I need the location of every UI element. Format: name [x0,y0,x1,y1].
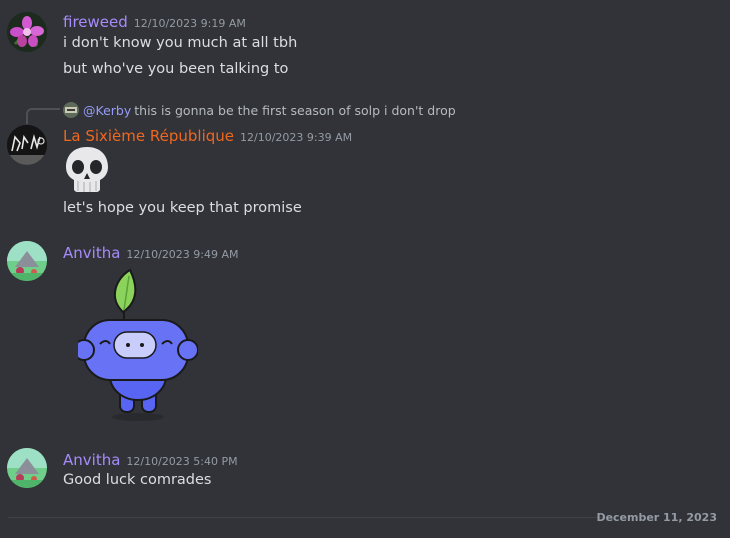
username[interactable]: fireweed [63,13,128,31]
avatar-la-sixieme-republique[interactable] [7,125,47,165]
reply-spine [26,108,60,124]
date-divider-line [8,517,610,518]
anvitha-avatar-icon [7,241,47,281]
reply-preview[interactable]: @Kerby this is gonna be the first season … [63,102,456,118]
wumpus-leaf-sticker[interactable] [73,268,199,427]
username[interactable]: Anvitha [63,451,120,469]
username[interactable]: Anvitha [63,244,120,262]
message-text: let's hope you keep that promise [63,200,302,216]
message-text: but who've you been talking to [63,61,289,77]
username[interactable]: La Sixième République [63,127,234,145]
anvitha-avatar-icon [7,448,47,488]
avatar-kerby [63,102,79,118]
message-header: fireweed 12/10/2023 9:19 AM [63,12,246,31]
avatar-fireweed[interactable] [7,12,47,52]
message-header: Anvitha 12/10/2023 9:49 AM [63,243,239,262]
fireweed-flower-icon [7,12,47,52]
skull-icon [66,147,108,192]
kerby-avatar-icon [63,102,79,118]
timestamp[interactable]: 12/10/2023 5:40 PM [126,455,237,468]
timestamp[interactable]: 12/10/2023 9:39 AM [240,131,352,144]
message-header: La Sixième République 12/10/2023 9:39 AM [63,126,352,145]
timestamp[interactable]: 12/10/2023 9:19 AM [134,17,246,30]
reply-text: this is gonna be the first season of sol… [134,103,456,118]
avatar-anvitha[interactable] [7,448,47,488]
timestamp[interactable]: 12/10/2023 9:49 AM [126,248,238,261]
reply-mention[interactable]: @Kerby [83,103,131,118]
date-divider-label: December 11, 2023 [596,511,717,524]
wumpus-sticker-icon [73,268,199,421]
avatar-anvitha[interactable] [7,241,47,281]
skull-emoji[interactable] [64,145,110,197]
message-text: i don't know you much at all tbh [63,35,298,51]
message-text: Good luck comrades [63,472,212,488]
message-header: Anvitha 12/10/2023 5:40 PM [63,450,238,469]
graffiti-avatar-icon [7,125,47,165]
